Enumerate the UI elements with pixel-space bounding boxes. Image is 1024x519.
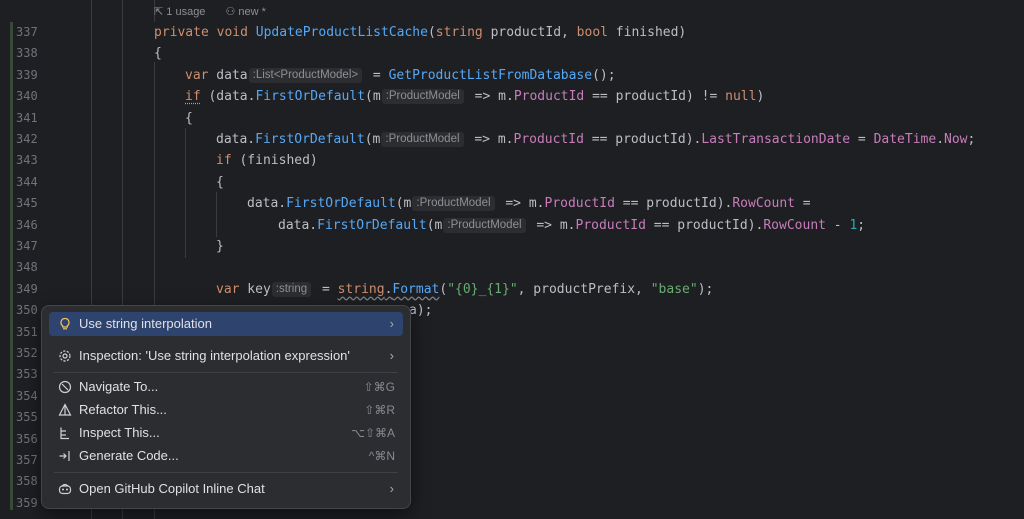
menu-item-generate-code[interactable]: Generate Code... ^⌘N: [49, 444, 403, 468]
code-line-341[interactable]: {: [185, 108, 193, 129]
code-line-350[interactable]: a);: [409, 300, 432, 321]
code-line-339[interactable]: var data:List<ProductModel> = GetProduct…: [185, 65, 616, 86]
chevron-right-icon: ›: [389, 316, 394, 331]
line-number: 343: [16, 153, 38, 168]
vcs-change-marker[interactable]: [10, 22, 13, 510]
code-line-349[interactable]: var key:string = string.Format("{0}_{1}"…: [216, 279, 713, 300]
generate-icon: [57, 448, 73, 464]
inspect-icon: [57, 425, 73, 441]
author-hint[interactable]: ⚇ new *: [225, 6, 275, 18]
shortcut-label: ⌥⇧⌘A: [351, 426, 395, 440]
line-number: 339: [16, 67, 38, 82]
line-number: 345: [16, 196, 38, 211]
copilot-icon: [57, 481, 73, 497]
line-number: 337: [16, 25, 38, 39]
chevron-right-icon: ›: [389, 348, 394, 363]
indent-guide: [185, 128, 186, 258]
line-number: 341: [16, 110, 38, 125]
code-line-342[interactable]: data.FirstOrDefault(m:ProductModel => m.…: [216, 129, 975, 150]
menu-item-refactor-this[interactable]: Refactor This... ⇧⌘R: [49, 398, 403, 422]
menu-separator: [54, 372, 398, 373]
code-line-340[interactable]: if (data.FirstOrDefault(m:ProductModel =…: [185, 86, 764, 107]
menu-item-inspection[interactable]: Inspection: 'Use string interpolation ex…: [49, 344, 403, 368]
usages-link[interactable]: ⇱ 1 usage: [154, 6, 215, 18]
code-line-343[interactable]: if (finished): [216, 150, 318, 171]
chevron-right-icon: ›: [389, 481, 394, 496]
line-number: 348: [16, 260, 38, 275]
line-number: 338: [16, 46, 38, 61]
codelens[interactable]: ⇱ 1 usage ⚇ new *: [154, 4, 286, 20]
code-line-345[interactable]: data.FirstOrDefault(m:ProductModel => m.…: [247, 193, 811, 214]
type-hint: :ProductModel: [412, 196, 495, 212]
lightbulb-icon: [57, 316, 73, 332]
line-number: 346: [16, 217, 38, 232]
menu-item-navigate-to[interactable]: Navigate To... ⇧⌘G: [49, 375, 403, 399]
line-number: 342: [16, 132, 38, 146]
menu-item-use-string-interpolation[interactable]: Use string interpolation ›: [49, 312, 403, 336]
intention-actions-popup[interactable]: Use string interpolation › Inspection: '…: [41, 305, 411, 509]
code-line-346[interactable]: data.FirstOrDefault(m:ProductModel => m.…: [278, 215, 865, 236]
shortcut-label: ⇧⌘G: [363, 380, 395, 394]
menu-item-inspect-this[interactable]: Inspect This... ⌥⇧⌘A: [49, 421, 403, 445]
navigate-icon: [57, 379, 73, 395]
indent-guide: [216, 192, 217, 237]
menu-separator: [54, 472, 398, 473]
type-hint: :List<ProductModel>: [248, 67, 363, 83]
type-hint: :string: [271, 281, 312, 297]
line-number: 340: [16, 89, 38, 104]
type-hint: :ProductModel: [381, 89, 464, 105]
shortcut-label: ⇧⌘R: [364, 403, 395, 417]
line-number: 344: [16, 174, 38, 189]
refactor-icon: [57, 402, 73, 418]
code-line-344[interactable]: {: [216, 172, 224, 193]
code-line-337[interactable]: private void UpdateProductListCache(stri…: [154, 22, 686, 43]
type-hint: :ProductModel: [381, 132, 464, 147]
code-line-347[interactable]: }: [216, 236, 224, 257]
code-line-338[interactable]: {: [154, 43, 162, 64]
shortcut-label: ^⌘N: [368, 449, 395, 463]
gear-icon: [57, 348, 73, 364]
menu-item-copilot-inline-chat[interactable]: Open GitHub Copilot Inline Chat ›: [49, 477, 403, 501]
line-number: 347: [16, 239, 38, 253]
line-number: 349: [16, 281, 38, 296]
type-hint: :ProductModel: [443, 217, 526, 233]
